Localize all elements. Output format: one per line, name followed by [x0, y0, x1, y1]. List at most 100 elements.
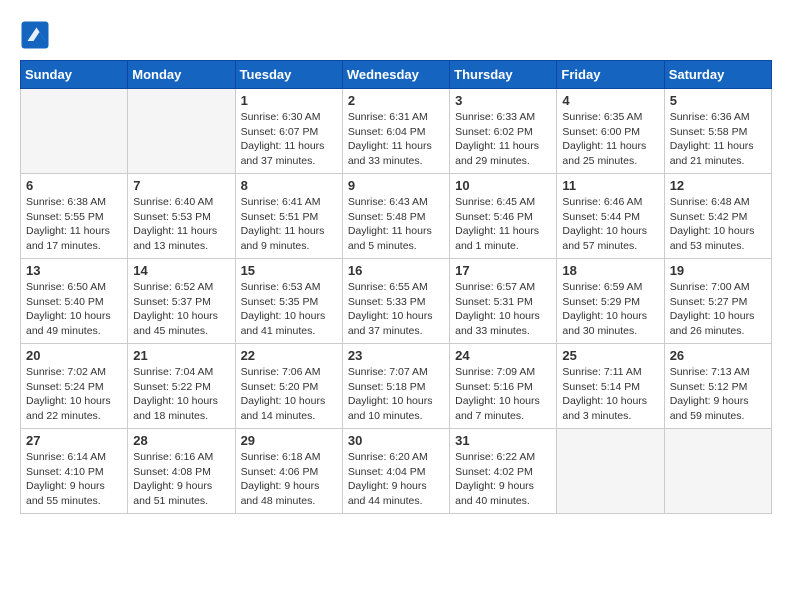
header-row: SundayMondayTuesdayWednesdayThursdayFrid…: [21, 61, 772, 89]
day-number: 4: [562, 93, 658, 108]
day-info: Sunrise: 6:36 AM Sunset: 5:58 PM Dayligh…: [670, 110, 766, 169]
logo: [20, 20, 54, 50]
day-info: Sunrise: 6:46 AM Sunset: 5:44 PM Dayligh…: [562, 195, 658, 254]
col-header-wednesday: Wednesday: [342, 61, 449, 89]
day-info: Sunrise: 6:31 AM Sunset: 6:04 PM Dayligh…: [348, 110, 444, 169]
day-number: 23: [348, 348, 444, 363]
day-cell: 4 Sunrise: 6:35 AM Sunset: 6:00 PM Daylig…: [557, 89, 664, 174]
day-info: Sunrise: 7:04 AM Sunset: 5:22 PM Dayligh…: [133, 365, 229, 424]
day-cell: 16 Sunrise: 6:55 AM Sunset: 5:33 PM Dayli…: [342, 259, 449, 344]
day-cell: 6 Sunrise: 6:38 AM Sunset: 5:55 PM Daylig…: [21, 174, 128, 259]
day-number: 20: [26, 348, 122, 363]
day-number: 1: [241, 93, 337, 108]
day-info: Sunrise: 6:35 AM Sunset: 6:00 PM Dayligh…: [562, 110, 658, 169]
day-cell: 23 Sunrise: 7:07 AM Sunset: 5:18 PM Dayli…: [342, 344, 449, 429]
day-number: 15: [241, 263, 337, 278]
day-number: 24: [455, 348, 551, 363]
day-cell: 26Sunrise: 7:13 AM Sunset: 5:12 PM Dayli…: [664, 344, 771, 429]
day-cell: 1 Sunrise: 6:30 AM Sunset: 6:07 PM Daylig…: [235, 89, 342, 174]
day-number: 17: [455, 263, 551, 278]
day-info: Sunrise: 6:59 AM Sunset: 5:29 PM Dayligh…: [562, 280, 658, 339]
day-info: Sunrise: 6:30 AM Sunset: 6:07 PM Dayligh…: [241, 110, 337, 169]
day-number: 16: [348, 263, 444, 278]
day-cell: 22 Sunrise: 7:06 AM Sunset: 5:20 PM Dayli…: [235, 344, 342, 429]
logo-icon: [20, 20, 50, 50]
day-info: Sunrise: 7:11 AM Sunset: 5:14 PM Dayligh…: [562, 365, 658, 424]
day-info: Sunrise: 7:09 AM Sunset: 5:16 PM Dayligh…: [455, 365, 551, 424]
day-info: Sunrise: 6:14 AM Sunset: 4:10 PM Dayligh…: [26, 450, 122, 509]
day-info: Sunrise: 6:41 AM Sunset: 5:51 PM Dayligh…: [241, 195, 337, 254]
day-cell: 25Sunrise: 7:11 AM Sunset: 5:14 PM Dayli…: [557, 344, 664, 429]
day-number: 28: [133, 433, 229, 448]
day-number: 30: [348, 433, 444, 448]
day-number: 6: [26, 178, 122, 193]
day-info: Sunrise: 6:52 AM Sunset: 5:37 PM Dayligh…: [133, 280, 229, 339]
col-header-sunday: Sunday: [21, 61, 128, 89]
day-number: 14: [133, 263, 229, 278]
page-header: [20, 20, 772, 50]
day-info: Sunrise: 7:02 AM Sunset: 5:24 PM Dayligh…: [26, 365, 122, 424]
day-info: Sunrise: 6:48 AM Sunset: 5:42 PM Dayligh…: [670, 195, 766, 254]
day-info: Sunrise: 6:20 AM Sunset: 4:04 PM Dayligh…: [348, 450, 444, 509]
day-info: Sunrise: 6:38 AM Sunset: 5:55 PM Dayligh…: [26, 195, 122, 254]
day-info: Sunrise: 6:43 AM Sunset: 5:48 PM Dayligh…: [348, 195, 444, 254]
day-number: 27: [26, 433, 122, 448]
calendar-table: SundayMondayTuesdayWednesdayThursdayFrid…: [20, 60, 772, 514]
day-info: Sunrise: 6:53 AM Sunset: 5:35 PM Dayligh…: [241, 280, 337, 339]
day-cell: 13 Sunrise: 6:50 AM Sunset: 5:40 PM Dayli…: [21, 259, 128, 344]
day-cell: 29 Sunrise: 6:18 AM Sunset: 4:06 PM Dayli…: [235, 429, 342, 514]
day-number: 9: [348, 178, 444, 193]
day-info: Sunrise: 7:13 AM Sunset: 5:12 PM Dayligh…: [670, 365, 766, 424]
day-number: 29: [241, 433, 337, 448]
day-info: Sunrise: 7:00 AM Sunset: 5:27 PM Dayligh…: [670, 280, 766, 339]
day-cell: [128, 89, 235, 174]
day-number: 11: [562, 178, 658, 193]
day-info: Sunrise: 6:22 AM Sunset: 4:02 PM Dayligh…: [455, 450, 551, 509]
col-header-friday: Friday: [557, 61, 664, 89]
day-number: 3: [455, 93, 551, 108]
week-row-1: 1 Sunrise: 6:30 AM Sunset: 6:07 PM Daylig…: [21, 89, 772, 174]
day-info: Sunrise: 7:07 AM Sunset: 5:18 PM Dayligh…: [348, 365, 444, 424]
day-cell: [664, 429, 771, 514]
day-cell: 12 Sunrise: 6:48 AM Sunset: 5:42 PM Dayli…: [664, 174, 771, 259]
day-cell: 11 Sunrise: 6:46 AM Sunset: 5:44 PM Dayli…: [557, 174, 664, 259]
col-header-tuesday: Tuesday: [235, 61, 342, 89]
day-number: 21: [133, 348, 229, 363]
day-info: Sunrise: 6:16 AM Sunset: 4:08 PM Dayligh…: [133, 450, 229, 509]
day-cell: 27 Sunrise: 6:14 AM Sunset: 4:10 PM Dayli…: [21, 429, 128, 514]
day-cell: 5 Sunrise: 6:36 AM Sunset: 5:58 PM Daylig…: [664, 89, 771, 174]
week-row-4: 20 Sunrise: 7:02 AM Sunset: 5:24 PM Dayli…: [21, 344, 772, 429]
day-cell: [557, 429, 664, 514]
col-header-saturday: Saturday: [664, 61, 771, 89]
day-cell: 28 Sunrise: 6:16 AM Sunset: 4:08 PM Dayli…: [128, 429, 235, 514]
day-cell: 19 Sunrise: 7:00 AM Sunset: 5:27 PM Dayli…: [664, 259, 771, 344]
day-cell: 20 Sunrise: 7:02 AM Sunset: 5:24 PM Dayli…: [21, 344, 128, 429]
day-number: 13: [26, 263, 122, 278]
day-cell: 2Sunrise: 6:31 AM Sunset: 6:04 PM Daylig…: [342, 89, 449, 174]
week-row-5: 27 Sunrise: 6:14 AM Sunset: 4:10 PM Dayli…: [21, 429, 772, 514]
week-row-2: 6 Sunrise: 6:38 AM Sunset: 5:55 PM Daylig…: [21, 174, 772, 259]
day-number: 22: [241, 348, 337, 363]
day-number: 19: [670, 263, 766, 278]
day-number: 31: [455, 433, 551, 448]
day-cell: 30 Sunrise: 6:20 AM Sunset: 4:04 PM Dayli…: [342, 429, 449, 514]
day-number: 12: [670, 178, 766, 193]
day-cell: 3Sunrise: 6:33 AM Sunset: 6:02 PM Daylig…: [450, 89, 557, 174]
day-info: Sunrise: 6:55 AM Sunset: 5:33 PM Dayligh…: [348, 280, 444, 339]
day-info: Sunrise: 7:06 AM Sunset: 5:20 PM Dayligh…: [241, 365, 337, 424]
col-header-monday: Monday: [128, 61, 235, 89]
day-number: 5: [670, 93, 766, 108]
day-info: Sunrise: 6:50 AM Sunset: 5:40 PM Dayligh…: [26, 280, 122, 339]
day-cell: 24 Sunrise: 7:09 AM Sunset: 5:16 PM Dayli…: [450, 344, 557, 429]
day-number: 10: [455, 178, 551, 193]
week-row-3: 13 Sunrise: 6:50 AM Sunset: 5:40 PM Dayli…: [21, 259, 772, 344]
col-header-thursday: Thursday: [450, 61, 557, 89]
day-info: Sunrise: 6:18 AM Sunset: 4:06 PM Dayligh…: [241, 450, 337, 509]
day-cell: 10 Sunrise: 6:45 AM Sunset: 5:46 PM Dayli…: [450, 174, 557, 259]
day-info: Sunrise: 6:45 AM Sunset: 5:46 PM Dayligh…: [455, 195, 551, 254]
day-number: 8: [241, 178, 337, 193]
day-info: Sunrise: 6:57 AM Sunset: 5:31 PM Dayligh…: [455, 280, 551, 339]
day-cell: 14 Sunrise: 6:52 AM Sunset: 5:37 PM Dayli…: [128, 259, 235, 344]
day-cell: [21, 89, 128, 174]
day-cell: 31 Sunrise: 6:22 AM Sunset: 4:02 PM Dayli…: [450, 429, 557, 514]
